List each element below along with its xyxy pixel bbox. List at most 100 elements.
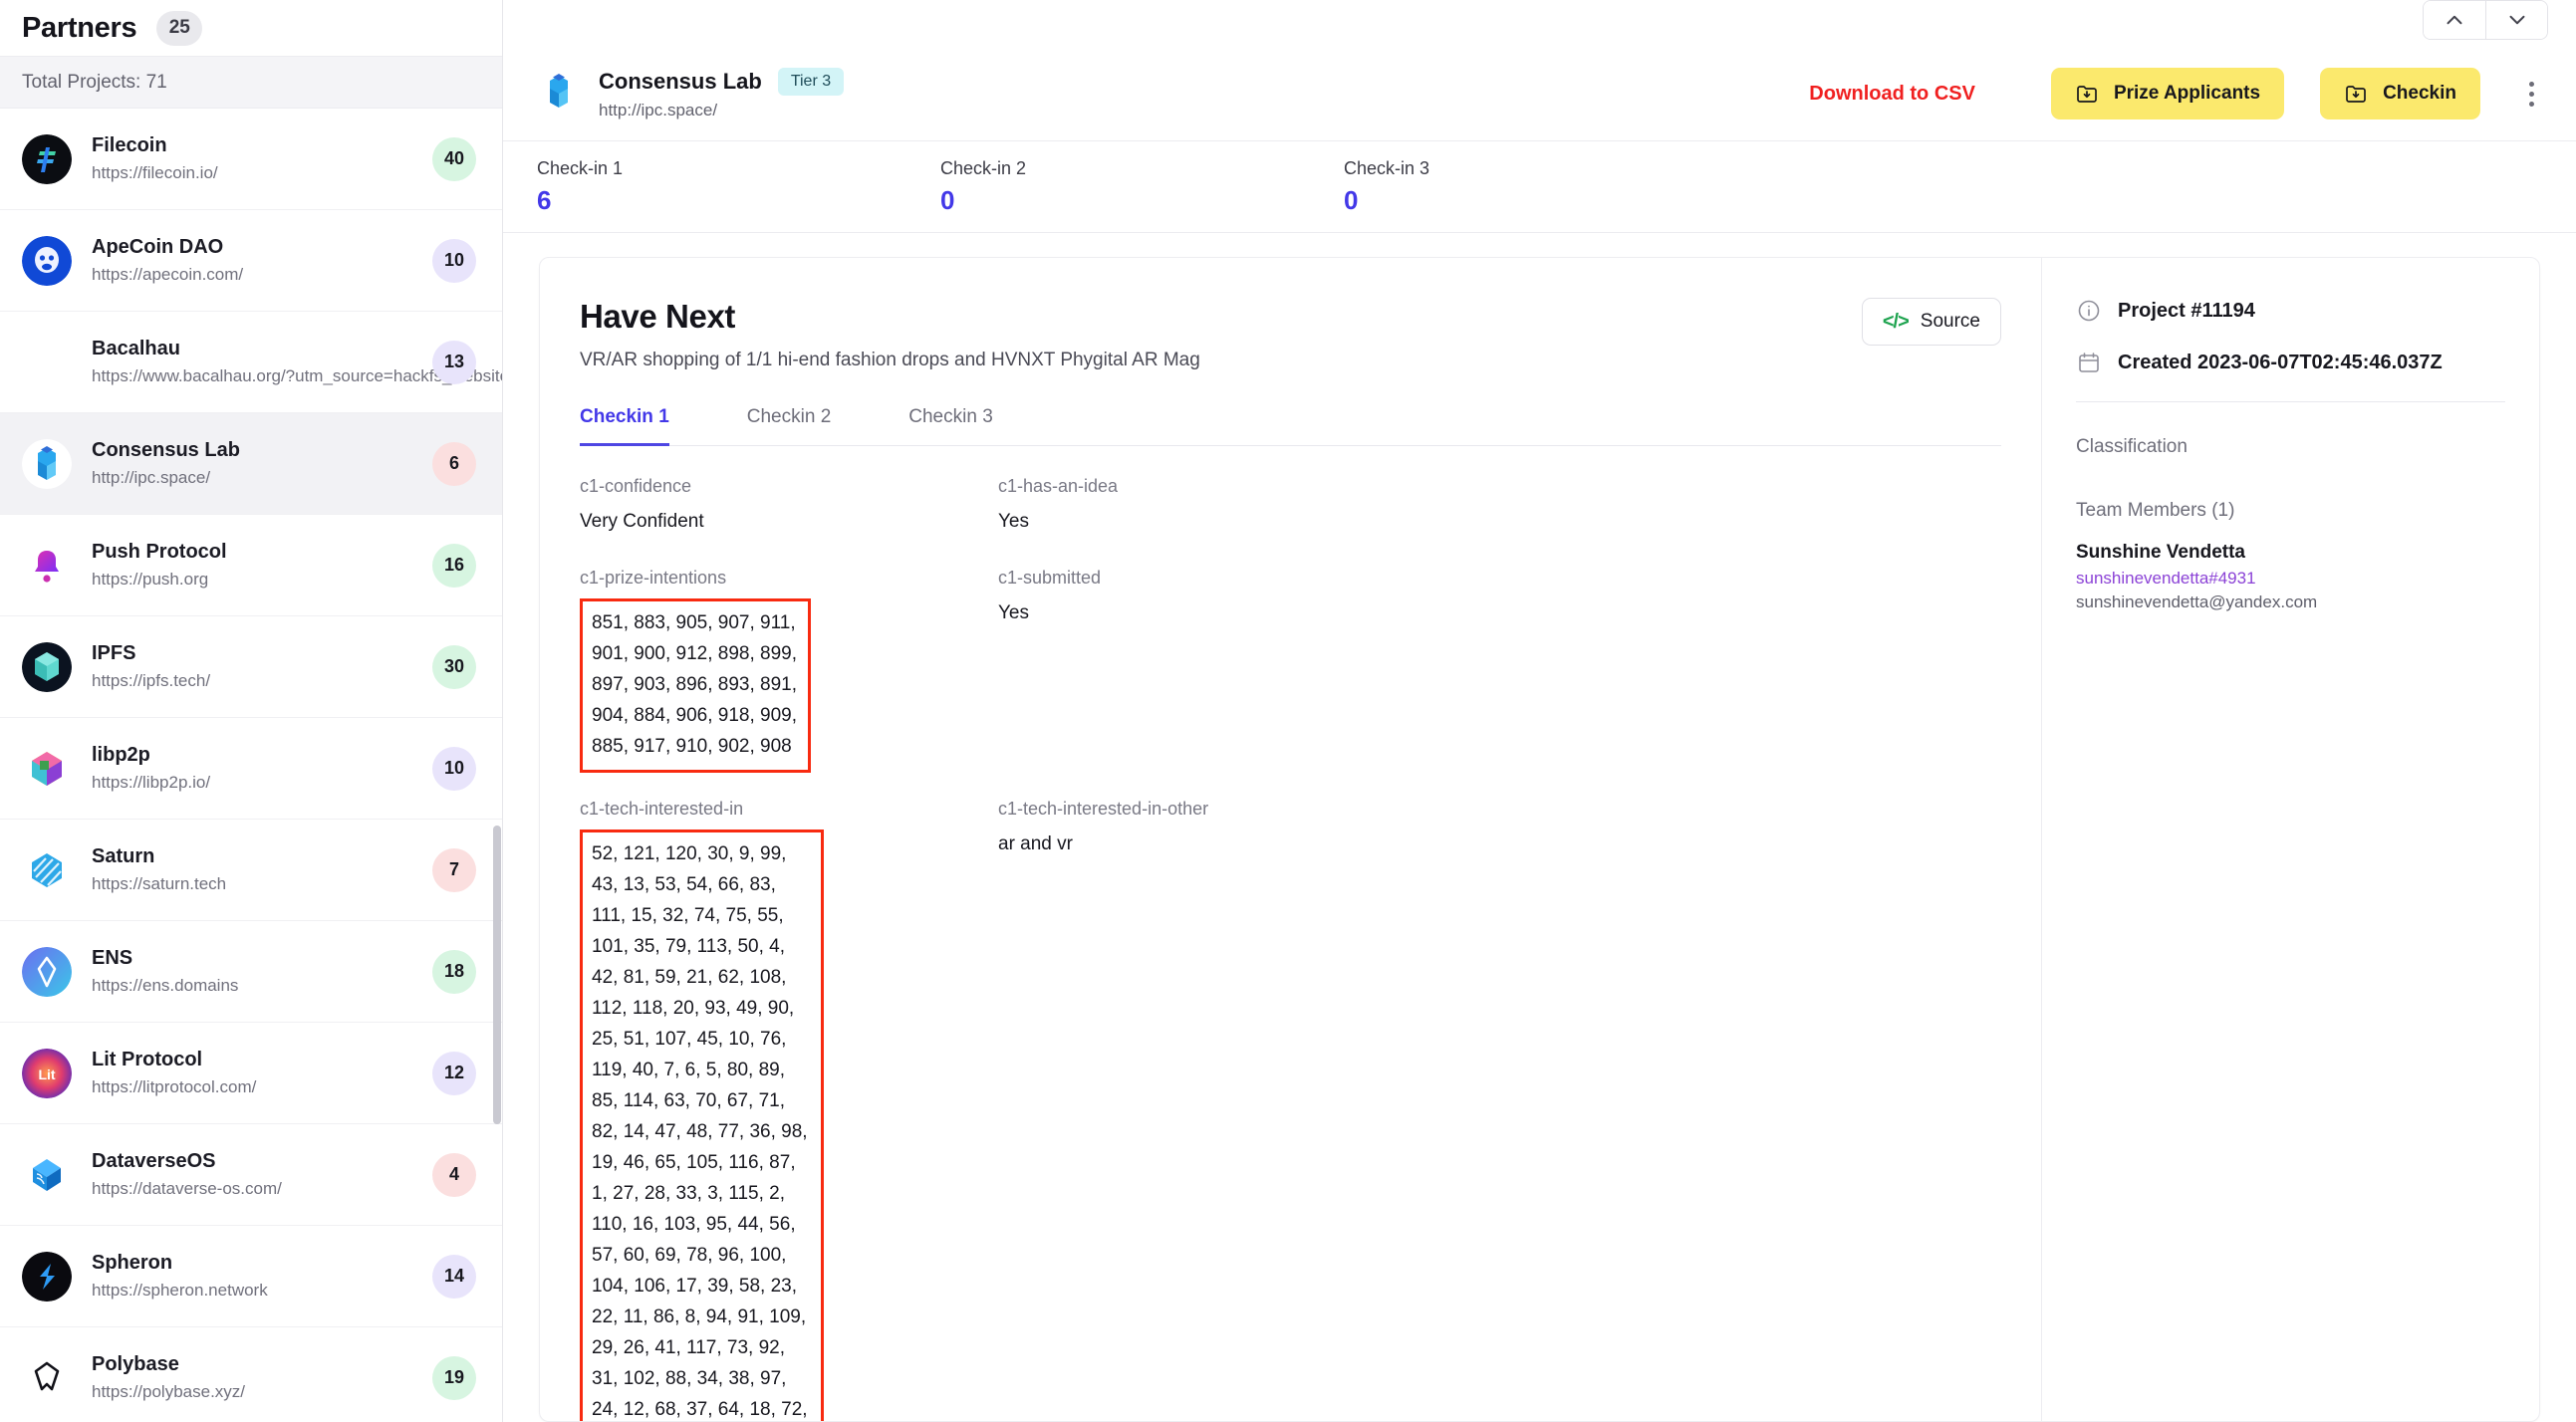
partner-meta: Spheron https://spheron.network (92, 1250, 412, 1303)
checkin-button[interactable]: Checkin (2320, 68, 2480, 119)
partner-url: https://ens.domains (92, 976, 239, 996)
sidebar-item-saturn[interactable]: Saturn https://saturn.tech 7 (0, 820, 502, 921)
project-count-badge: 40 (432, 136, 476, 181)
partner-url: https://filecoin.io/ (92, 163, 218, 183)
consensuslab-logo-svg (550, 74, 568, 108)
partner-name: Polybase (92, 1353, 179, 1376)
partner-meta: Push Protocol https://push.org (92, 539, 412, 592)
partner-name: Filecoin (92, 134, 167, 157)
kebab-menu-icon[interactable] (2514, 68, 2548, 119)
total-projects-label: Total Projects: 71 (0, 57, 502, 109)
tab-checkin-3[interactable]: Checkin 3 (908, 406, 993, 446)
sidebar-item-lit-protocol[interactable]: Lit Lit Protocol https://litprotocol.com/1… (0, 1023, 502, 1124)
stat-label: Check-in 2 (940, 157, 1027, 178)
stat-checkin-3: Check-in 3 0 (1344, 158, 1747, 216)
project-count-badge: 7 (432, 847, 476, 892)
sidebar-item-apecoin-dao[interactable]: ApeCoin DAO https://apecoin.com/10 (0, 210, 502, 312)
project-count-badge: 4 (432, 1152, 476, 1197)
field-value: Very Confident (580, 511, 704, 532)
folder-download-icon (2077, 86, 2097, 103)
project-count-badge: 13 (432, 340, 476, 384)
sidebar-item-push-protocol[interactable]: Push Protocol https://push.org 16 (0, 515, 502, 616)
sidebar-item-spheron[interactable]: Spheron https://spheron.network 14 (0, 1226, 502, 1327)
push-logo-icon (22, 541, 72, 591)
saturn-logo-icon (22, 845, 72, 895)
polybase-logo-icon (22, 1353, 72, 1403)
code-brackets-icon: </> (1882, 310, 1910, 333)
field-value-highlighted: 52, 121, 120, 30, 9, 99, 43, 13, 53, 54,… (580, 830, 824, 1421)
partner-url: https://litprotocol.com/ (92, 1077, 257, 1097)
stat-value: 6 (537, 184, 552, 215)
field-value-highlighted: 851, 883, 905, 907, 911, 901, 900, 912, … (580, 598, 811, 774)
tab-checkin-2[interactable]: Checkin 2 (747, 406, 832, 446)
sidebar-item-polybase[interactable]: Polybase https://polybase.xyz/19 (0, 1327, 502, 1422)
sidebar-item-libp2p[interactable]: libp2p https://libp2p.io/10 (0, 718, 502, 820)
member-email: sunshinevendetta@yandex.com (2076, 592, 2318, 611)
prize-applicants-button[interactable]: Prize Applicants (2050, 68, 2285, 119)
partner-list[interactable]: Filecoin https://filecoin.io/40 ApeCoin DA… (0, 109, 502, 1422)
sidebar-scrollbar[interactable] (493, 109, 501, 1422)
field-c1-submitted: c1-submitted Yes (998, 568, 1417, 773)
partner-url: https://ipfs.tech/ (92, 671, 211, 691)
sidebar-scrollbar-thumb[interactable] (493, 826, 501, 1124)
next-record-button[interactable] (2485, 1, 2547, 39)
download-csv-link[interactable]: Download to CSV (1809, 83, 1975, 106)
ens-logo-icon (22, 946, 72, 997)
project-id-row: Project #11194 (2076, 298, 2505, 324)
sidebar-item-ipfs[interactable]: IPFS https://ipfs.tech/30 (0, 616, 502, 718)
project-count-badge: 19 (432, 1355, 476, 1400)
field-value: Yes (998, 602, 1029, 624)
consensuslab-logo-icon (537, 72, 581, 116)
checkin-tabs[interactable]: Checkin 1 Checkin 2 Checkin 3 (580, 405, 2001, 446)
partner-meta: Lit Protocol https://litprotocol.com/ (92, 1047, 412, 1099)
chevron-down-icon (2509, 15, 2524, 25)
stat-label: Check-in 3 (1344, 157, 1430, 178)
partners-count-badge: 25 (156, 10, 203, 46)
project-count-badge: 14 (432, 1254, 476, 1299)
sidebar-item-consensus-lab[interactable]: Consensus Lab http://ipc.space/6 (0, 413, 502, 515)
source-label: Source (1920, 311, 1980, 332)
partner-url: https://polybase.xyz/ (92, 1382, 246, 1402)
partner-url: https://push.org (92, 570, 209, 590)
checkin-stats-row: Check-in 1 6 Check-in 2 0 Check-in 3 0 (503, 141, 2576, 233)
field-label: c1-tech-interested-in-other (998, 799, 1209, 820)
partner-meta: IPFS https://ipfs.tech/ (92, 640, 412, 693)
partner-name: Bacalhau (92, 338, 180, 360)
sidebar-item-filecoin[interactable]: Filecoin https://filecoin.io/40 (0, 109, 502, 210)
consensuslab-logo-icon (22, 438, 72, 489)
field-c1-tech-interested-in: c1-tech-interested-in 52, 121, 120, 30, … (580, 799, 998, 1421)
spheron-logo-icon (22, 1251, 72, 1302)
team-member: Sunshine Vendetta sunshinevendetta#4931 su… (2076, 542, 2505, 612)
field-c1-tech-interested-in-other: c1-tech-interested-in-other ar and vr (998, 799, 1456, 1421)
partner-meta: Bacalhau https://www.bacalhau.org/?utm_so… (92, 336, 502, 388)
ipfs-logo-icon (22, 641, 72, 692)
project-count-badge: 10 (432, 746, 476, 791)
tier-badge: Tier 3 (777, 67, 845, 96)
dataverse-logo-icon (22, 1150, 72, 1200)
partner-url: https://spheron.network (92, 1281, 268, 1301)
project-title: Have Next (580, 298, 735, 335)
checkin-label: Checkin (2383, 83, 2456, 104)
created-timestamp: Created 2023-06-07T02:45:46.037Z (2118, 351, 2443, 373)
sidebar-item-ens[interactable]: ENS https://ens.domains 18 (0, 921, 502, 1023)
partner-name: libp2p (92, 744, 150, 767)
field-label: c1-tech-interested-in (580, 799, 744, 820)
partner-meta: ENS https://ens.domains (92, 945, 412, 998)
field-label: c1-submitted (998, 568, 1102, 589)
chevron-up-icon (2447, 15, 2462, 25)
tab-checkin-1[interactable]: Checkin 1 (580, 406, 669, 446)
member-handle[interactable]: sunshinevendetta#4931 (2076, 569, 2505, 589)
partner-name: IPFS (92, 642, 136, 665)
info-circle-icon (2076, 298, 2102, 324)
partner-meta: DataverseOS https://dataverse-os.com/ (92, 1148, 412, 1201)
none-icon (22, 338, 72, 387)
sidebar-item-dataverseos[interactable]: DataverseOS https://dataverse-os.com/4 (0, 1124, 502, 1226)
field-value: Yes (998, 511, 1029, 532)
sidebar-item-bacalhau[interactable]: Bacalhau https://www.bacalhau.org/?utm_so… (0, 312, 502, 413)
partner-url: https://saturn.tech (92, 874, 227, 894)
partner-url: http://ipc.space/ (92, 468, 211, 488)
source-button[interactable]: </> Source (1861, 298, 2001, 346)
project-count-badge: 10 (432, 238, 476, 283)
prev-record-button[interactable] (2424, 1, 2485, 39)
field-label: c1-prize-intentions (580, 568, 727, 589)
